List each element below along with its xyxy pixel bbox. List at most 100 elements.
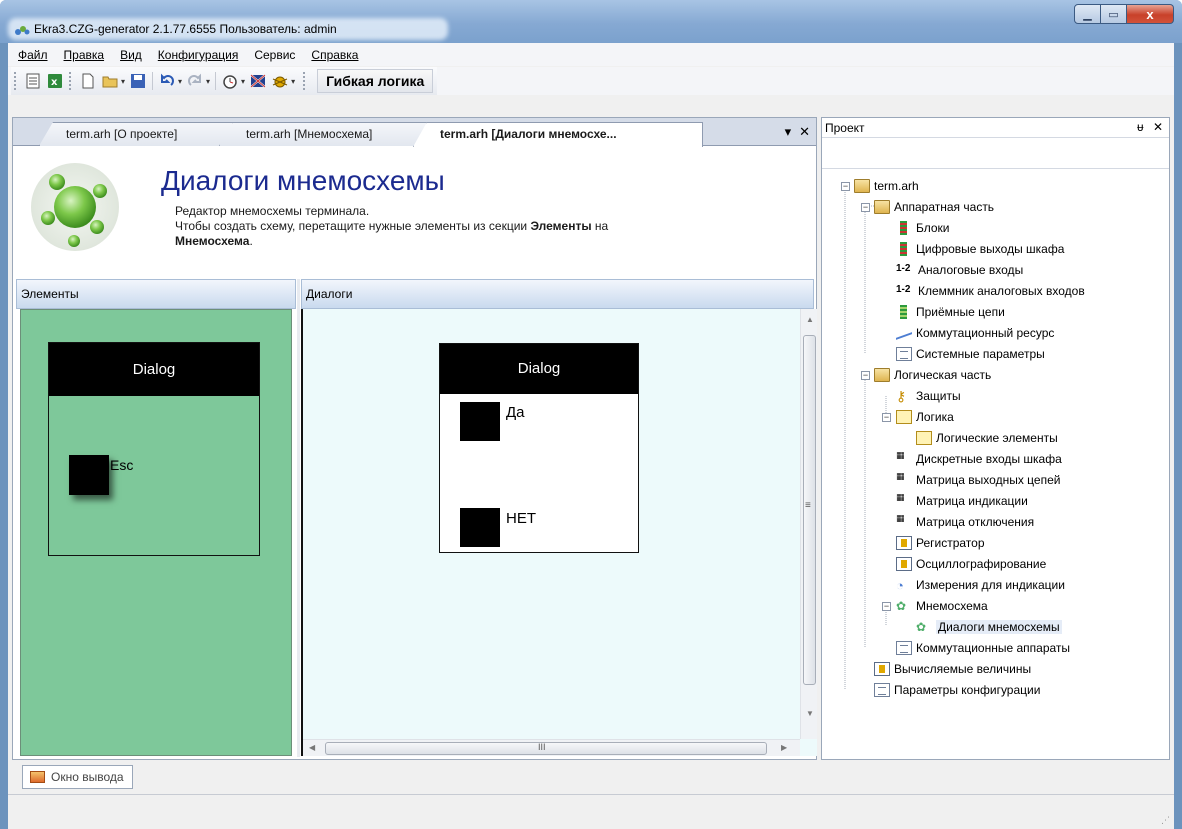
tree-item-analog-inputs[interactable]: 1-2 Аналоговые входы [896, 260, 1023, 280]
horizontal-scrollbar[interactable]: ◀ III ▶ [303, 739, 800, 756]
scroll-right-icon[interactable]: ▶ [781, 743, 787, 752]
tree-item-mnemo-dialogs[interactable]: ✿ Диалоги мнемосхемы [916, 617, 1062, 637]
vertical-scroll-thumb[interactable]: ≡ [803, 335, 816, 685]
excel-icon[interactable]: x [47, 73, 63, 89]
bug-dropdown-icon[interactable]: ▾ [291, 77, 295, 86]
tree-item-hardware[interactable]: Аппаратная часть [874, 197, 994, 217]
collapse-logic-icon[interactable]: − [882, 413, 891, 422]
panel-close-icon[interactable]: ✕ [1153, 120, 1163, 134]
yes-button-square[interactable] [460, 402, 500, 441]
description-text: Чтобы создать схему, перетащите нужные э… [175, 219, 531, 233]
scroll-up-icon[interactable]: ▲ [806, 315, 814, 324]
horizontal-scroll-thumb[interactable]: III [325, 742, 767, 755]
tree-item-discrete-inputs[interactable]: ▦ Дискретные входы шкафа [896, 449, 1062, 469]
collapse-hardware-icon[interactable]: − [861, 203, 870, 212]
elements-esc-button[interactable] [69, 455, 109, 495]
scroll-down-icon[interactable]: ▼ [806, 709, 814, 718]
timer-icon[interactable] [222, 73, 238, 89]
tree-item-switching-resource[interactable]: Коммутационный ресурс [896, 323, 1054, 343]
collapse-root-icon[interactable]: − [841, 182, 850, 191]
tree-item-digital-outputs[interactable]: Цифровые выходы шкафа [896, 239, 1064, 259]
tree-item-blocks[interactable]: Блоки [896, 218, 950, 238]
description-line-3: Мнемосхема. [175, 234, 608, 249]
tree-item-label: Измерения для индикации [916, 578, 1065, 592]
toolbar-grip-2[interactable] [69, 72, 73, 90]
tree-item-system-params[interactable]: Системные параметры [896, 344, 1045, 364]
menu-service[interactable]: Сервис [254, 48, 295, 62]
open-dropdown-icon[interactable]: ▾ [121, 77, 125, 86]
save-icon[interactable] [130, 73, 146, 89]
dialogs-canvas[interactable]: Dialog Да НЕТ ▲ ≡ ▼ ◀ III ▶ [301, 309, 817, 756]
output-window-icon [30, 771, 45, 783]
tree-item-config-params[interactable]: Параметры конфигурации [874, 680, 1040, 700]
new-icon[interactable] [80, 73, 96, 89]
tree-item-trip-matrix[interactable]: ▦ Матрица отключения [896, 512, 1034, 532]
tree-item-receive-circuits[interactable]: Приёмные цепи [896, 302, 1005, 322]
canvas-dialog[interactable]: Dialog Да НЕТ [439, 343, 639, 553]
menu-edit[interactable]: Правка [64, 48, 105, 62]
menu-configuration[interactable]: Конфигурация [158, 48, 239, 62]
toolbar-grip-3[interactable] [303, 72, 307, 90]
menu-bar: Файл Правка Вид Конфигурация Сервис Спра… [8, 43, 1174, 66]
tree-item-protections[interactable]: ⚷ Защиты [896, 386, 961, 406]
redo-dropdown-icon[interactable]: ▾ [206, 77, 210, 86]
vertical-scrollbar[interactable]: ▲ ≡ ▼ [800, 309, 817, 739]
timer-dropdown-icon[interactable]: ▾ [241, 77, 245, 86]
project-panel-header: Проект ᵾ ✕ [822, 118, 1169, 138]
pin-icon[interactable]: ᵾ [1137, 120, 1144, 134]
tree-item-output-matrix[interactable]: ▦ Матрица выходных цепей [896, 470, 1060, 490]
flag-icon[interactable] [250, 73, 266, 89]
canvas-dialog-header: Dialog [440, 344, 638, 394]
no-button-square[interactable] [460, 508, 500, 547]
tab-controls: ▾ ✕ [785, 124, 810, 140]
tree-item-oscillography[interactable]: Осциллографирование [896, 554, 1046, 574]
menu-file[interactable]: Файл [18, 48, 48, 62]
tree-item-recorder[interactable]: Регистратор [896, 533, 985, 553]
tab-mnemo-dialogs[interactable]: term.arh [Диалоги мнемосхе... [413, 122, 703, 147]
toolbar-grip[interactable] [14, 72, 18, 90]
scroll-left-icon[interactable]: ◀ [309, 743, 315, 752]
tree-item-label: Аналоговые входы [918, 263, 1024, 277]
page-description: Редактор мнемосхемы терминала. Чтобы соз… [175, 204, 608, 249]
title-bar[interactable]: Ekra3.CZG-generator 2.1.77.6555 Пользова… [0, 0, 1182, 43]
tab-about-project[interactable]: term.arh [О проекте] [39, 122, 233, 146]
tree-item-logic-elements[interactable]: Логические элементы [916, 428, 1058, 448]
flexible-logic-button[interactable]: Гибкая логика [317, 69, 434, 93]
list-icon[interactable] [25, 73, 41, 89]
window-title: Ekra3.CZG-generator 2.1.77.6555 Пользова… [34, 22, 337, 36]
open-icon[interactable] [102, 73, 118, 89]
resize-grip-icon[interactable]: ⋰ [1161, 815, 1170, 826]
tab-mnemo[interactable]: term.arh [Мнемосхема] [219, 122, 427, 146]
collapse-mnemo-icon[interactable]: − [882, 602, 891, 611]
output-window-tab[interactable]: Окно вывода [22, 765, 133, 789]
tree-item-computed-values[interactable]: Вычисляемые величины [874, 659, 1031, 679]
tab-dropdown-icon[interactable]: ▾ [785, 124, 792, 140]
tree-item-logic-part[interactable]: Логическая часть [874, 365, 991, 385]
collapse-logic-part-icon[interactable]: − [861, 371, 870, 380]
undo-dropdown-icon[interactable]: ▾ [178, 77, 182, 86]
tree-item-root[interactable]: term.arh [854, 176, 919, 196]
redo-icon[interactable] [187, 73, 203, 89]
tab-close-icon[interactable]: ✕ [799, 124, 810, 140]
project-panel-title: Проект [825, 121, 865, 135]
tree-item-label: term.arh [874, 179, 919, 193]
close-window-button[interactable]: x [1127, 4, 1174, 24]
chip-icon [900, 221, 907, 235]
undo-icon[interactable] [159, 73, 175, 89]
chip-icon [900, 305, 907, 319]
pane-splitter[interactable] [297, 279, 300, 757]
tree-item-mnemo[interactable]: ✿ Мнемосхема [896, 596, 988, 616]
tree-item-measurements[interactable]: ◔ Измерения для индикации [896, 575, 1065, 595]
tab-strip: term.arh [О проекте] term.arh [Мнемосхем… [13, 118, 816, 147]
tree-item-switching-devices[interactable]: Коммутационные аппараты [896, 638, 1070, 658]
bug-icon[interactable] [272, 73, 288, 89]
tree-item-analog-terminal[interactable]: 1-2 Клеммник аналоговых входов [896, 281, 1085, 301]
menu-help[interactable]: Справка [311, 48, 358, 62]
tree-item-label: Защиты [916, 389, 961, 403]
minimize-button[interactable]: ▁ [1074, 4, 1101, 24]
menu-view[interactable]: Вид [120, 48, 142, 62]
tab-label: term.arh [Мнемосхема] [246, 127, 373, 141]
tree-item-logic[interactable]: Логика [896, 407, 954, 427]
tree-item-indication-matrix[interactable]: ▦ Матрица индикации [896, 491, 1028, 511]
maximize-button[interactable]: ▭ [1101, 4, 1127, 24]
